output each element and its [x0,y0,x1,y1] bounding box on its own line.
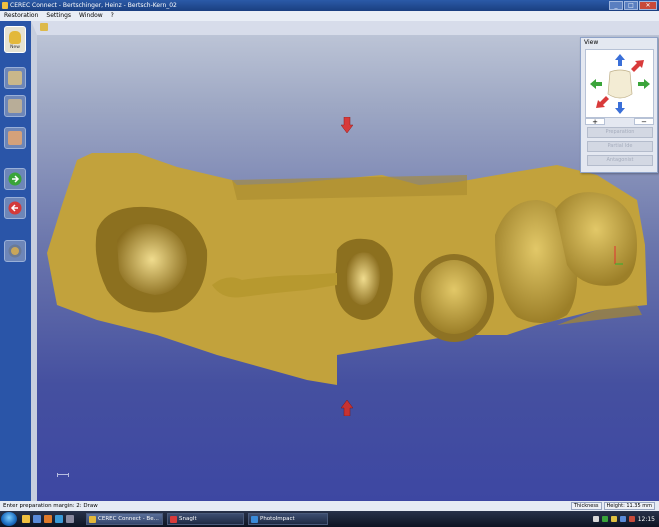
system-tray: 12:15 [559,511,659,527]
design-button[interactable] [4,127,26,149]
cerec-icon [89,516,96,523]
preparation-button[interactable]: Preparation [587,127,653,138]
task-label: SnagIt [179,516,197,522]
3d-viewport[interactable] [31,21,659,501]
tray-volume-icon[interactable] [610,516,617,522]
antagonist-button[interactable]: Antagonist [587,155,653,166]
snagit-icon [170,516,177,523]
taskbar: CEREC Connect - Be... SnagIt PhotoImpact… [0,511,659,527]
next-icon [8,172,22,186]
model-button[interactable] [4,95,26,117]
zoom-in-button[interactable]: + [585,118,605,126]
title-bar: CEREC Connect - Bertschinger, Heinz - Be… [0,0,659,11]
maximize-button[interactable]: □ [624,1,638,10]
quicklaunch-browser-icon[interactable] [55,515,63,523]
start-button[interactable] [1,512,17,526]
zoom-out-button[interactable]: − [634,118,654,126]
photoimpact-icon [251,516,258,523]
close-button[interactable]: ✕ [639,1,657,10]
tray-network-icon[interactable] [592,516,599,522]
dental-model-scan[interactable] [37,35,659,501]
view-panel-title: View [584,39,599,46]
quicklaunch-media-icon[interactable] [44,515,52,523]
height-field: Height: 11.35 mm [603,502,655,510]
menu-bar: Restoration Settings Window ? [0,11,659,21]
task-label: PhotoImpact [260,516,295,522]
menu-help[interactable]: ? [111,11,114,21]
clock[interactable]: 12:15 [638,516,655,523]
status-bar: Enter preparation margin: 2: Draw Thickn… [0,501,659,511]
left-toolbar: New [0,21,31,501]
new-label: New [10,45,20,50]
menu-window[interactable]: Window [79,11,103,21]
task-cerec-connect[interactable]: CEREC Connect - Be... [86,513,163,525]
next-button[interactable] [4,168,26,190]
back-icon [8,201,22,215]
window-controls: _ □ ✕ [609,1,657,10]
tray-security-icon[interactable] [601,516,608,522]
quicklaunch-expand-icon[interactable] [66,515,74,523]
view-panel: View + − Preparation Partial Ide Antagon… [580,37,658,173]
globe-icon [8,244,22,258]
design-icon [8,131,22,145]
menu-settings[interactable]: Settings [46,11,71,21]
scan-icon [8,71,22,85]
zoom-controls: + − [585,118,654,126]
status-text: Enter preparation margin: 2: Draw [3,503,98,509]
view-orientation-control[interactable] [585,49,654,118]
viewport-home-icon[interactable] [40,23,48,31]
new-button[interactable]: New [4,26,26,53]
tray-alert-icon[interactable] [628,516,635,522]
partial-ide-button[interactable]: Partial Ide [587,141,653,152]
window-title: CEREC Connect - Bertschinger, Heinz - Be… [10,2,177,9]
arrow-up-icon[interactable] [341,400,353,416]
globe-button[interactable] [4,240,26,262]
scan-button[interactable] [4,67,26,89]
quicklaunch-folder-icon[interactable] [22,515,30,523]
model-icon [8,99,22,113]
back-button[interactable] [4,197,26,219]
axis-gizmo-icon [614,246,623,265]
quicklaunch-desktop-icon[interactable] [33,515,41,523]
minimize-button[interactable]: _ [609,1,623,10]
scale-bar [57,473,69,477]
arrow-down-icon[interactable] [341,117,353,133]
orientation-cube-icon [590,54,650,114]
tooth-icon [9,31,21,44]
app-icon [2,2,8,9]
app-window: CEREC Connect - Bertschinger, Heinz - Be… [0,0,659,527]
thickness-field: Thickness [570,502,602,510]
task-label: CEREC Connect - Be... [98,516,159,522]
task-snagit[interactable]: SnagIt [167,513,244,525]
menu-restoration[interactable]: Restoration [4,11,38,21]
tray-app-icon[interactable] [619,516,626,522]
task-photoimpact[interactable]: PhotoImpact [248,513,328,525]
